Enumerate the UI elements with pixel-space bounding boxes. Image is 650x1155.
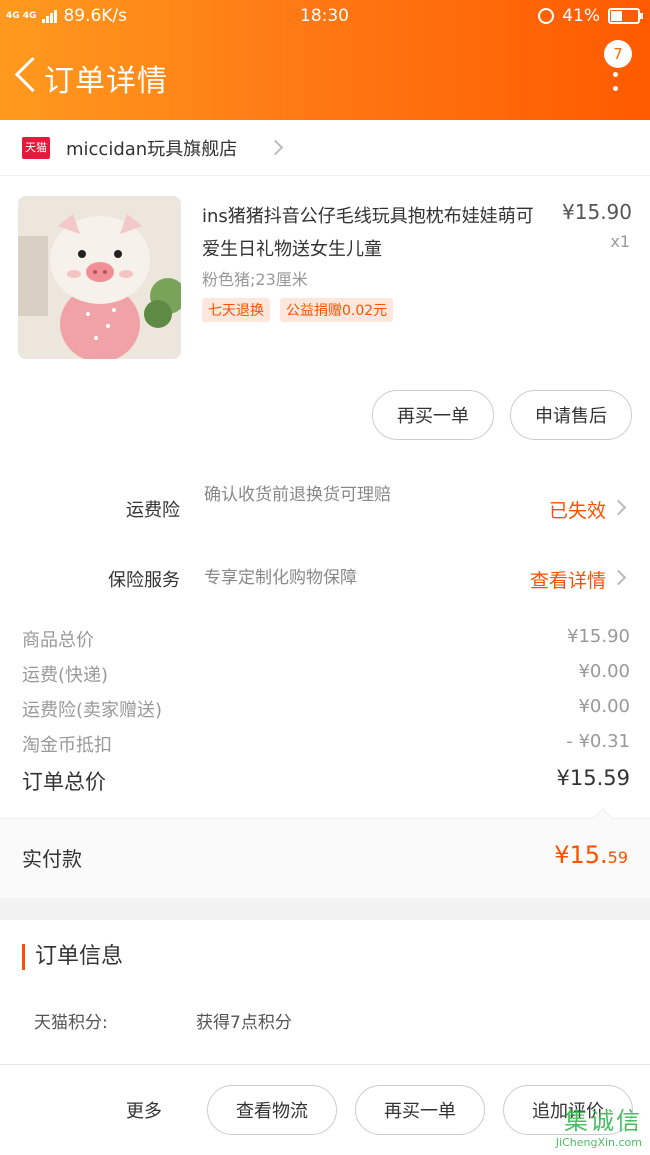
total-row-goods: 商品总价 ¥15.90 xyxy=(22,626,630,661)
buy-again-bottom-button[interactable]: 再买一单 xyxy=(355,1085,485,1135)
service-status: 查看详情 xyxy=(529,570,606,592)
order-info-title: 订单信息 xyxy=(22,944,123,970)
row-value: ¥0.00 xyxy=(578,661,630,682)
network-type: 4G 4G xyxy=(6,10,37,21)
service-desc: 专享定制化购物保障 xyxy=(204,568,357,588)
total-row-coins: 淘金币抵扣 - ¥0.31 xyxy=(22,731,630,766)
tag-charity: 公益捐赠0.02元 xyxy=(280,298,394,322)
paid-amount: ¥15.59 xyxy=(554,841,628,869)
product-price: ¥15.90 xyxy=(562,200,632,224)
battery-icon xyxy=(608,8,643,24)
service-row-insurance[interactable]: 保险服务 专享定制化购物保障 查看详情 xyxy=(0,560,650,600)
price-breakdown: 商品总价 ¥15.90 运费(快递) ¥0.00 运费险(卖家赠送) ¥0.00… xyxy=(22,626,630,806)
buy-again-button[interactable]: 再买一单 xyxy=(372,390,494,440)
order-total-value: ¥15.59 xyxy=(556,766,630,790)
product-actions: 再买一单 申请售后 xyxy=(372,390,632,440)
points-label: 天猫积分: xyxy=(34,1013,108,1033)
chevron-right-icon xyxy=(610,499,627,516)
pig-plush-image xyxy=(18,196,181,359)
after-sale-button[interactable]: 申请售后 xyxy=(510,390,632,440)
points-value: 获得7点积分 xyxy=(196,1013,292,1033)
product-name[interactable]: ins猪猪抖音公仔毛线玩具抱枕布娃娃萌可爱生日礼物送女生儿童 xyxy=(202,200,542,266)
watermark-logo: 集诚信 JiChengXin.com xyxy=(556,1101,642,1149)
service-row-shipping-insurance[interactable]: 运费险 确认收货前退换货可理赔 已失效 xyxy=(0,478,650,540)
status-right: 41% xyxy=(538,6,643,26)
clock: 18:30 xyxy=(300,6,349,26)
chevron-right-icon xyxy=(267,139,284,156)
row-label: 运费(快递) xyxy=(22,665,109,686)
battery-percent: 41% xyxy=(562,6,600,26)
tmall-logo: 天猫 xyxy=(22,137,50,159)
product-item[interactable]: ins猪猪抖音公仔毛线玩具抱枕布娃娃萌可爱生日礼物送女生儿童 ¥15.90 x1… xyxy=(0,180,650,380)
chevron-right-icon xyxy=(610,569,627,586)
message-count-badge[interactable]: 7 xyxy=(604,40,632,68)
row-value: ¥15.90 xyxy=(567,626,630,647)
product-sku: 粉色猪;23厘米 xyxy=(202,270,308,289)
total-row-insurance: 运费险(卖家赠送) ¥0.00 xyxy=(22,696,630,731)
service-desc: 确认收货前退换货可理赔 xyxy=(204,485,391,505)
order-total-row: 订单总价 ¥15.59 xyxy=(22,766,630,806)
paid-label: 实付款 xyxy=(22,847,82,871)
product-image[interactable] xyxy=(18,196,181,359)
network-speed: 89.6K/s xyxy=(63,6,128,26)
bottom-action-bar: 更多 查看物流 再买一单 追加评价 集诚信 JiChengXin.com xyxy=(0,1064,650,1155)
store-name: miccidan玩具旗舰店 xyxy=(66,139,238,160)
product-tags: 七天退换 公益捐赠0.02元 xyxy=(202,298,394,322)
total-row-shipping: 运费(快递) ¥0.00 xyxy=(22,661,630,696)
product-quantity: x1 xyxy=(610,232,630,251)
row-value: ¥0.00 xyxy=(578,696,630,717)
row-label: 淘金币抵扣 xyxy=(22,735,112,756)
signal-icon xyxy=(42,9,58,23)
more-button[interactable]: 更多 xyxy=(126,1097,162,1123)
service-label: 运费险 xyxy=(126,500,180,521)
view-logistics-button[interactable]: 查看物流 xyxy=(207,1085,337,1135)
store-row[interactable]: 天猫 miccidan玩具旗舰店 xyxy=(0,120,650,176)
notch xyxy=(593,808,613,828)
service-label: 保险服务 xyxy=(108,570,180,591)
paid-amount-cents: 59 xyxy=(607,848,628,867)
alarm-icon xyxy=(538,8,555,24)
section-divider xyxy=(0,898,650,920)
status-bar: 4G 4G 89.6K/s 18:30 41% xyxy=(0,0,650,34)
paid-amount-main: ¥15. xyxy=(554,841,608,869)
page-title: 订单详情 xyxy=(44,64,168,99)
watermark-url: JiChengXin.com xyxy=(555,1136,642,1149)
service-status: 已失效 xyxy=(548,500,606,522)
status-left: 4G 4G 89.6K/s xyxy=(6,6,127,26)
header: 4G 4G 89.6K/s 18:30 41% 订单详情 7 xyxy=(0,0,650,120)
back-icon[interactable] xyxy=(12,56,42,96)
row-value: - ¥0.31 xyxy=(566,731,630,752)
nav-bar: 订单详情 7 xyxy=(0,40,650,116)
tag-return-policy: 七天退换 xyxy=(202,298,270,322)
row-label: 运费险(卖家赠送) xyxy=(22,700,163,721)
actual-payment-row: 实付款 ¥15.59 xyxy=(0,808,650,898)
watermark-name: 集诚信 xyxy=(564,1107,642,1135)
order-total-label: 订单总价 xyxy=(22,770,106,794)
row-label: 商品总价 xyxy=(22,630,94,651)
